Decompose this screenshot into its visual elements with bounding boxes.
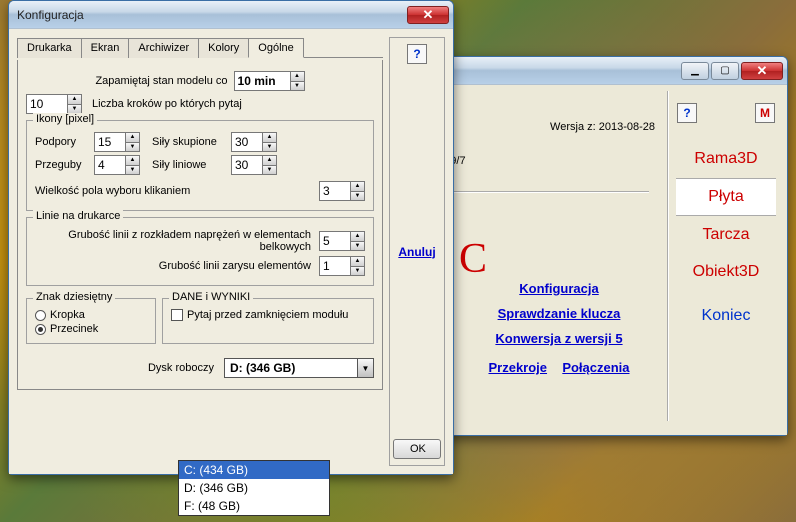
workdisk-option-1[interactable]: D: (346 GB) bbox=[179, 479, 329, 497]
icons-group: Ikony [pixel] Podpory ▲▼ Siły skupione ▲… bbox=[26, 120, 374, 211]
autosave-label: Zapamiętaj stan modelu co bbox=[95, 75, 227, 87]
workdisk-option-0[interactable]: C: (434 GB) bbox=[179, 461, 329, 479]
supports-spinner[interactable]: ▲▼ bbox=[94, 132, 140, 152]
outline-spinner[interactable]: ▲▼ bbox=[319, 256, 365, 276]
minimize-button[interactable]: ▁ bbox=[681, 62, 709, 80]
up-icon[interactable]: ▲ bbox=[291, 72, 304, 82]
data-results-group: DANE i WYNIKI Pytaj przed zamknięciem mo… bbox=[162, 298, 374, 344]
lforces-label: Siły liniowe bbox=[152, 159, 227, 171]
radio-kropka[interactable]: Kropka bbox=[35, 309, 147, 321]
printer-lines-group: Linie na drukarce Grubość linii z rozkła… bbox=[26, 217, 374, 286]
workdisk-dropdown[interactable]: C: (434 GB) D: (346 GB) F: (48 GB) bbox=[178, 460, 330, 516]
check-ask-before-close[interactable]: Pytaj przed zamknięciem modułu bbox=[171, 309, 365, 321]
ok-button[interactable]: OK bbox=[393, 439, 441, 459]
decimal-group: Znak dziesiętny Kropka Przecinek bbox=[26, 298, 156, 344]
clickfield-label: Wielkość pola wyboru klikaniem bbox=[35, 185, 315, 197]
side-koniec[interactable]: Koniec bbox=[676, 298, 776, 334]
link-convert[interactable]: Konwersja z wersji 5 bbox=[479, 331, 639, 346]
config-titlebar: Konfiguracja ✕ bbox=[9, 1, 453, 29]
joints-spinner[interactable]: ▲▼ bbox=[94, 155, 140, 175]
config-dialog: Konfiguracja ✕ Drukarka Ekran Archiwizer… bbox=[8, 0, 454, 475]
link-config[interactable]: Konfiguracja bbox=[479, 281, 639, 296]
m-badge[interactable]: M bbox=[755, 103, 775, 123]
tab-strip: Drukarka Ekran Archiwizer Kolory Ogólne bbox=[17, 37, 383, 58]
lforces-input[interactable] bbox=[232, 156, 262, 174]
autosave-input[interactable] bbox=[235, 72, 290, 90]
stress-input[interactable] bbox=[320, 232, 350, 250]
printer-lines-legend: Linie na drukarce bbox=[33, 210, 123, 222]
side-tarcza[interactable]: Tarcza bbox=[676, 217, 776, 253]
stress-label: Grubość linii z rozkładem naprężeń w ele… bbox=[35, 229, 315, 253]
tab-ekran[interactable]: Ekran bbox=[81, 38, 130, 58]
link-sections[interactable]: Przekroje bbox=[488, 360, 547, 375]
tab-ogolne[interactable]: Ogólne bbox=[248, 38, 303, 58]
main-titlebar: ▁ ▢ ✕ bbox=[419, 57, 787, 85]
main-window: ▁ ▢ ✕ Wersja z: 2013-08-28 a 59/7 C Konf… bbox=[418, 56, 788, 436]
chevron-down-icon[interactable]: ▼ bbox=[357, 359, 373, 377]
side-rama3d[interactable]: Rama3D bbox=[676, 141, 776, 177]
workdisk-option-2[interactable]: F: (48 GB) bbox=[179, 497, 329, 515]
supports-label: Podpory bbox=[35, 136, 90, 148]
up-icon[interactable]: ▲ bbox=[68, 95, 81, 105]
pforces-spinner[interactable]: ▲▼ bbox=[231, 132, 277, 152]
link-connections[interactable]: Połączenia bbox=[562, 360, 629, 375]
steps-input[interactable] bbox=[27, 95, 67, 113]
data-results-legend: DANE i WYNIKI bbox=[169, 291, 253, 303]
link-keycheck[interactable]: Sprawdzanie klucza bbox=[479, 306, 639, 321]
down-icon[interactable]: ▼ bbox=[291, 82, 304, 91]
pforces-label: Siły skupione bbox=[152, 136, 227, 148]
steps-spinner[interactable]: ▲▼ bbox=[26, 94, 82, 114]
tab-archiwizer[interactable]: Archiwizer bbox=[128, 38, 199, 58]
joints-input[interactable] bbox=[95, 156, 125, 174]
joints-label: Przeguby bbox=[35, 159, 90, 171]
clickfield-spinner[interactable]: ▲▼ bbox=[319, 181, 365, 201]
outline-input[interactable] bbox=[320, 257, 350, 275]
config-close-button[interactable]: ✕ bbox=[407, 6, 449, 24]
workdisk-value: D: (346 GB) bbox=[225, 361, 357, 375]
decimal-legend: Znak dziesiętny bbox=[33, 291, 115, 303]
clickfield-input[interactable] bbox=[320, 182, 350, 200]
workdisk-label: Dysk roboczy bbox=[26, 362, 220, 374]
side-plyta[interactable]: Płyta bbox=[676, 178, 776, 216]
side-obiekt3d[interactable]: Obiekt3D bbox=[676, 254, 776, 290]
outline-label: Grubość linii zarysu elementów bbox=[35, 260, 315, 272]
down-icon[interactable]: ▼ bbox=[68, 105, 81, 114]
close-button[interactable]: ✕ bbox=[741, 62, 783, 80]
config-title: Konfiguracja bbox=[17, 8, 407, 22]
supports-input[interactable] bbox=[95, 133, 125, 151]
autosave-spinner[interactable]: ▲▼ bbox=[234, 71, 305, 91]
steps-label: Liczba kroków po których pytaj bbox=[92, 98, 242, 110]
help-button-config[interactable]: ? bbox=[407, 44, 427, 64]
maximize-button[interactable]: ▢ bbox=[711, 62, 739, 80]
tab-kolory[interactable]: Kolory bbox=[198, 38, 249, 58]
tab-drukarka[interactable]: Drukarka bbox=[17, 38, 82, 58]
cancel-button[interactable]: Anuluj bbox=[398, 245, 435, 259]
pforces-input[interactable] bbox=[232, 133, 262, 151]
icons-legend: Ikony [pixel] bbox=[33, 113, 97, 125]
workdisk-combo[interactable]: D: (346 GB) ▼ bbox=[224, 358, 374, 378]
version-label: Wersja z: 2013-08-28 bbox=[550, 121, 655, 133]
radio-przecinek[interactable]: Przecinek bbox=[35, 323, 147, 335]
help-button-main[interactable]: ? bbox=[677, 103, 697, 123]
lforces-spinner[interactable]: ▲▼ bbox=[231, 155, 277, 175]
stress-spinner[interactable]: ▲▼ bbox=[319, 231, 365, 251]
